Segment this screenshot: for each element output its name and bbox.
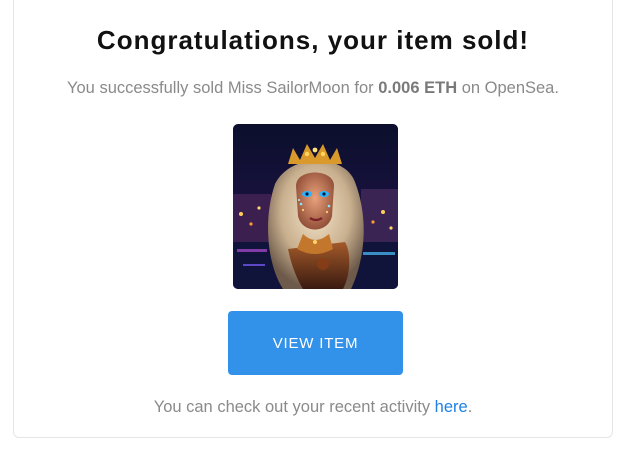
- marketplace-name: OpenSea: [484, 79, 555, 97]
- footer-text-prefix: You can check out your recent activity: [153, 398, 435, 416]
- email-title: Congratulations, your item sold!: [96, 25, 530, 55]
- message-suffix: .: [554, 79, 559, 97]
- sale-message: You successfully sold Miss SailorMoon fo…: [14, 79, 612, 98]
- nft-image[interactable]: [233, 124, 398, 289]
- email-card: Congratulations, your item sold! You suc…: [13, 0, 613, 438]
- view-item-button[interactable]: VIEW ITEM: [228, 311, 403, 375]
- sale-price: 0.006 ETH: [378, 79, 458, 97]
- footer-text-suffix: .: [467, 398, 473, 416]
- recent-activity-link[interactable]: here: [435, 398, 468, 416]
- message-prefix: You successfully sold: [67, 79, 228, 97]
- item-name: Miss SailorMoon: [227, 79, 350, 97]
- message-for: for: [349, 79, 379, 97]
- recent-activity-text: You can check out your recent activity h…: [14, 398, 612, 417]
- message-on: on: [457, 79, 485, 97]
